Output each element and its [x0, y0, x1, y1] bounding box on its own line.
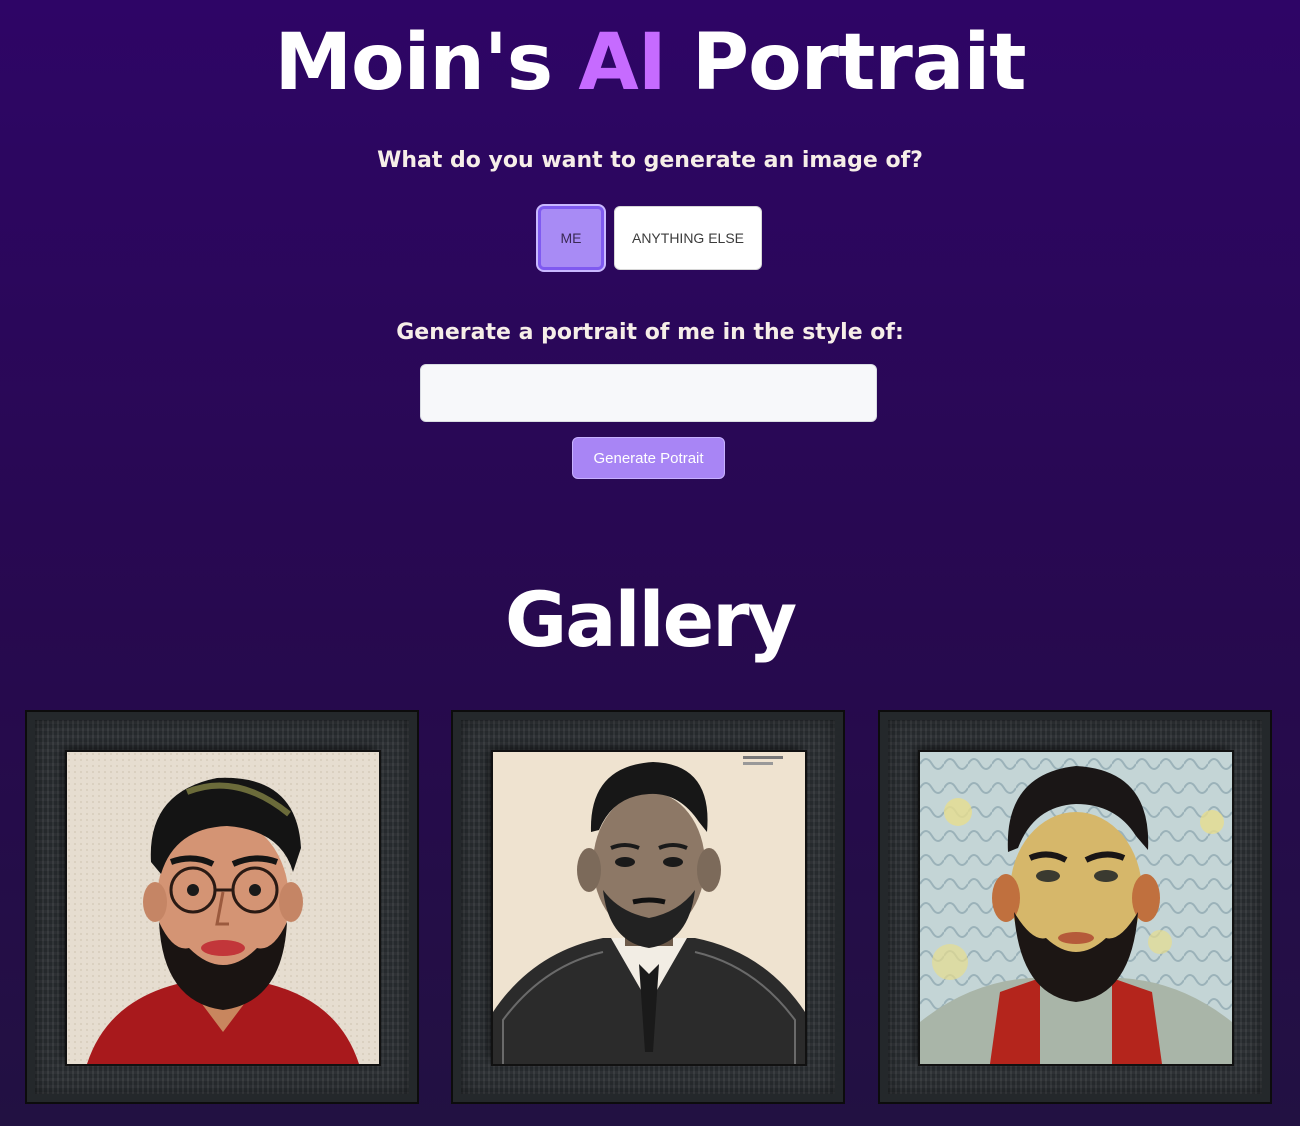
gallery-frame[interactable]	[451, 710, 845, 1104]
portrait-image-3	[920, 752, 1232, 1064]
gallery-frame[interactable]	[25, 710, 419, 1104]
gallery-frame[interactable]	[878, 710, 1272, 1104]
portrait-image-1	[67, 752, 379, 1064]
prompt-label: Generate a portrait of me in the style o…	[396, 320, 904, 345]
title-accent: AI	[578, 18, 666, 108]
mode-selector: ME ANYTHING ELSE	[0, 206, 1300, 270]
generate-portrait-button[interactable]: Generate Potrait	[572, 437, 725, 479]
portrait-image	[920, 752, 1232, 1064]
mode-me-button[interactable]: ME	[538, 206, 604, 270]
page-title: Moin's AI Portrait	[0, 18, 1300, 108]
title-portrait: Portrait	[691, 18, 1027, 108]
portrait-image	[67, 752, 379, 1064]
title-name: Moin's	[274, 18, 553, 108]
portrait-image-2	[493, 752, 805, 1064]
portrait-image	[493, 752, 805, 1064]
mode-question: What do you want to generate an image of…	[377, 148, 923, 173]
gallery-title: Gallery	[504, 575, 797, 664]
style-input[interactable]	[420, 364, 877, 422]
mode-anything-else-button[interactable]: ANYTHING ELSE	[614, 206, 762, 270]
gallery	[25, 710, 1273, 1105]
